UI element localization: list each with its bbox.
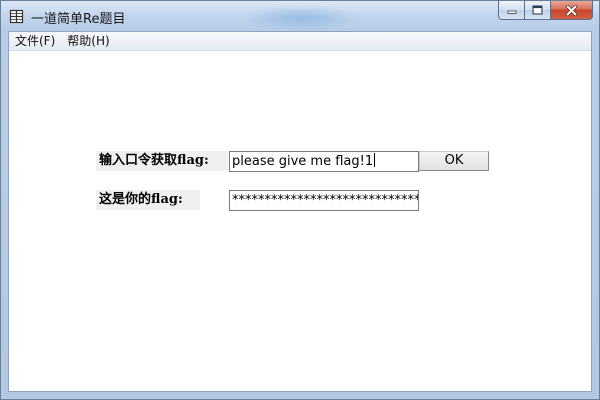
close-button[interactable] [550,1,593,20]
close-icon [565,4,578,16]
maximize-button[interactable] [524,1,550,20]
flag-output-field[interactable]: ******************************** [229,190,419,211]
password-input[interactable]: please give me flag!1 [229,151,419,172]
ok-button[interactable]: OK [419,151,489,171]
grid-icon [9,9,24,24]
caption-buttons [498,1,593,21]
maximize-icon [532,5,543,15]
flag-label: 这是你的flag: [96,190,200,210]
password-input-value: please give me flag!1 [232,154,374,169]
client-area: 文件(F) 帮助(H) 输入口令获取flag: please give me f… [8,31,592,392]
title-bar-glow [241,5,361,31]
minimize-button[interactable] [498,1,524,20]
title-bar[interactable]: 一道简单Re题目 [1,1,599,31]
password-label: 输入口令获取flag: [96,151,228,171]
menu-bar: 文件(F) 帮助(H) [9,32,591,51]
flag-output-value: ******************************** [232,193,418,208]
menu-help[interactable]: 帮助(H) [61,32,115,50]
text-caret [374,153,376,167]
app-window: 一道简单Re题目 文件(F) 帮助(H) 输入口令获取flag: please … [0,0,600,400]
window-title: 一道简单Re题目 [31,12,126,27]
menu-file[interactable]: 文件(F) [9,32,61,50]
minimize-icon [507,10,516,14]
